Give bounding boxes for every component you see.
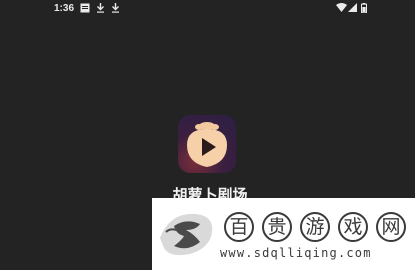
watermark-char: 戏 xyxy=(338,212,368,242)
download-icon xyxy=(112,3,119,13)
app-icon xyxy=(178,115,236,173)
status-time: 1:36 xyxy=(54,3,75,14)
watermark-logo xyxy=(160,213,213,256)
watermark-char: 游 xyxy=(300,212,330,242)
watermark-banner: 百 贵 游 戏 网 www.sdqlliqing.com xyxy=(152,198,415,270)
watermark-url: www.sdqlliqing.com xyxy=(220,246,372,260)
download-icon xyxy=(97,3,104,13)
watermark-char: 网 xyxy=(376,212,406,242)
play-button-app-icon xyxy=(187,122,227,167)
watermark-char: 百 xyxy=(224,212,254,242)
status-bar: 1:36 xyxy=(0,0,415,18)
notification-box-icon xyxy=(80,3,90,13)
watermark-char: 贵 xyxy=(262,212,292,242)
signal-icon xyxy=(348,3,357,12)
wifi-icon xyxy=(336,3,347,12)
battery-icon xyxy=(361,3,367,13)
